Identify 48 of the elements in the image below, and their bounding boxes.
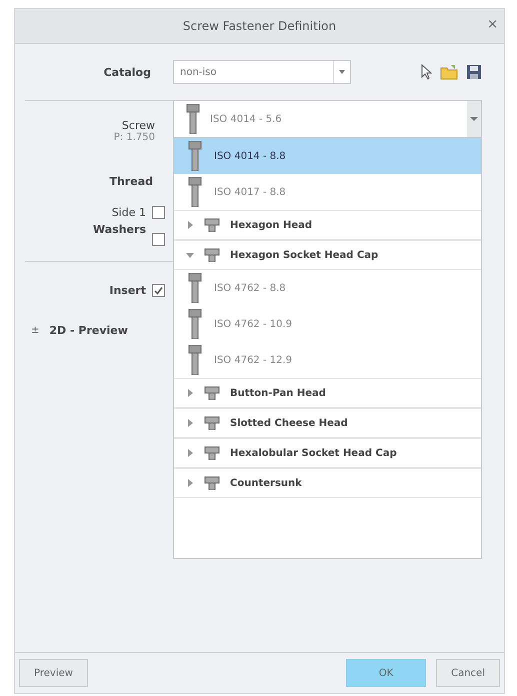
screw-icon (204, 218, 220, 232)
insert-label: Insert (109, 284, 146, 296)
thread-label: Thread (109, 174, 154, 188)
tree-group[interactable]: Hexagon Socket Head Cap (174, 240, 481, 270)
screw-icon (188, 345, 202, 375)
collapsed-icon[interactable] (186, 449, 194, 457)
checkbox[interactable] (152, 233, 165, 246)
screw-icon (188, 273, 202, 303)
section-label[interactable]: 2D - Preview (49, 324, 128, 336)
washers-label: Washers (93, 223, 146, 236)
primary-button[interactable]: OK (346, 659, 426, 687)
caret-icon (470, 117, 478, 121)
secondary-button[interactable]: Cancel (436, 659, 500, 687)
collapsed-icon[interactable] (186, 389, 194, 397)
folder-icon[interactable] (440, 64, 458, 80)
screw-icon (188, 141, 202, 171)
catalog-dropdown[interactable]: non-iso (173, 60, 351, 84)
save-icon[interactable] (466, 64, 482, 80)
cursor-icon[interactable] (420, 64, 432, 80)
tree-group[interactable]: Button-Pan Head (174, 378, 481, 408)
tree-group[interactable]: Hexalobular Socket Head Cap (174, 438, 481, 468)
screw-icon (204, 446, 220, 460)
checkbox[interactable] (152, 284, 165, 296)
checkbox[interactable] (152, 206, 165, 218)
screw-label: Screw (122, 119, 155, 132)
screw-icon (204, 416, 220, 430)
tree-group[interactable]: Countersunk (174, 468, 481, 498)
collapsed-icon[interactable] (186, 221, 194, 229)
screw-icon (188, 177, 202, 207)
tree-group[interactable]: Slotted Cheese Head (174, 408, 481, 438)
pitch-label: P: 1.750 (114, 132, 155, 143)
screw-icon (188, 309, 202, 339)
screw-icon (204, 476, 220, 490)
side-label: Side 1 (112, 206, 146, 218)
collapsed-icon[interactable] (186, 419, 194, 427)
screw-icon (204, 248, 220, 262)
expanded-icon[interactable] (186, 251, 194, 259)
window-title: Screw Fastener Definition (182, 19, 336, 33)
expand-toggle[interactable]: ± (31, 324, 40, 336)
screw-dropdown[interactable]: ISO 4014 - 5.6 (173, 100, 482, 138)
screw-icon (186, 104, 200, 134)
collapsed-icon[interactable] (186, 479, 194, 487)
list-item[interactable]: ISO 4014 - 8.8 (174, 138, 481, 174)
close-button[interactable]: × (487, 17, 498, 32)
screw-icon (204, 386, 220, 400)
catalog-label: Catalog (104, 66, 151, 78)
tree-group[interactable]: Hexagon Head (174, 210, 481, 240)
secondary-button[interactable]: Preview (19, 659, 88, 687)
